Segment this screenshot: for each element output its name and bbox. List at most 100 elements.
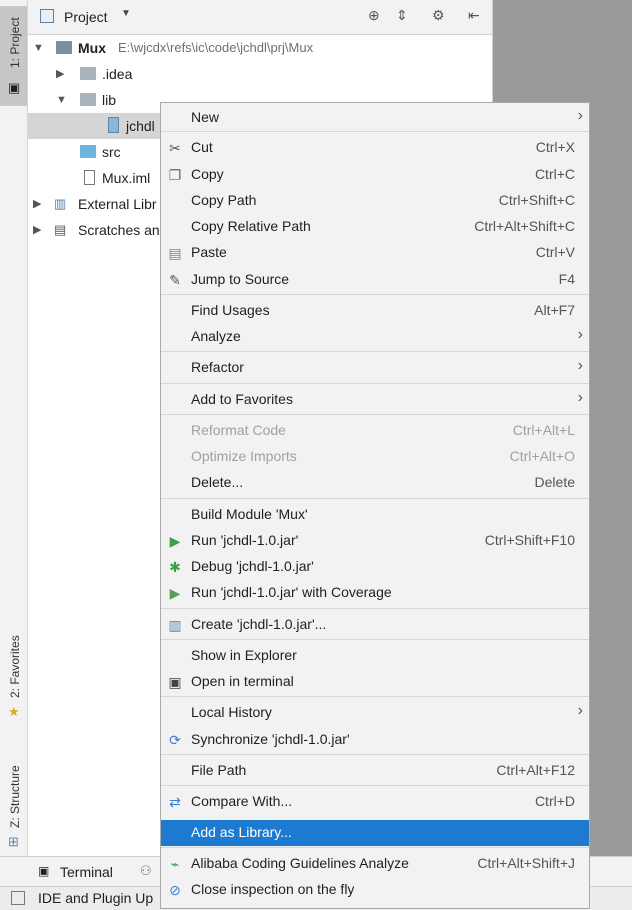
menu-item-shortcut: Ctrl+Alt+Shift+J (477, 855, 575, 871)
chevron-right-icon[interactable]: ▶ (33, 217, 41, 243)
chevron-down-icon[interactable]: ▼ (121, 8, 131, 19)
left-tool-strip: 1: Project ▣ 2: Favorites ★ Z: Structure… (0, 0, 28, 856)
menu-item-copy[interactable]: ❐ Copy Ctrl+C (161, 162, 589, 188)
menu-item-label: Create 'jchdl-1.0.jar'... (191, 616, 327, 632)
menu-separator (161, 608, 589, 609)
menu-item-copy-path[interactable]: Copy Path Ctrl+Shift+C (161, 188, 589, 214)
menu-item-delete[interactable]: Delete... Delete (161, 470, 589, 496)
terminal-icon: ▣ (168, 674, 182, 690)
tree-label: lib (102, 92, 117, 108)
menu-item-label: Copy Relative Path (191, 218, 311, 234)
menu-separator (161, 383, 589, 384)
menu-item-label: Find Usages (191, 302, 270, 318)
sync-icon: ⟳ (169, 732, 181, 748)
no-entry-icon: ⊘ (169, 882, 181, 898)
tree-label: Mux (78, 40, 106, 56)
scratches-icon: ▤ (54, 222, 67, 237)
menu-item-shortcut: Ctrl+V (535, 244, 575, 260)
menu-item-build-module-mux[interactable]: Build Module 'Mux' (161, 502, 589, 528)
menu-item-find-usages[interactable]: Find Usages Alt+F7 (161, 298, 589, 324)
menu-item-label: Reformat Code (191, 422, 286, 438)
menu-item-label: Debug 'jchdl-1.0.jar' (191, 558, 314, 574)
menu-item-cut[interactable]: ✂ Cut Ctrl+X (161, 135, 589, 161)
locate-icon[interactable]: ⊕ (368, 7, 380, 24)
tree-row-mux[interactable]: ▼ Mux E:\wjcdx\refs\ic\code\jchdl\prj\Mu… (28, 35, 492, 61)
menu-item-optimize-imports: Optimize Imports Ctrl+Alt+O (161, 444, 589, 470)
menu-item-jump-to-source[interactable]: ✎ Jump to Source F4 (161, 267, 589, 293)
gear-icon[interactable]: ⚙ (432, 7, 445, 24)
jar-icon: ▥ (168, 617, 182, 633)
menu-item-shortcut: Ctrl+Alt+L (512, 422, 575, 438)
menu-item-label: Delete... (191, 474, 244, 490)
library-icon: ▥ (54, 196, 67, 211)
hide-icon[interactable]: ⇤ (468, 7, 480, 24)
menu-item-label: Cut (191, 139, 213, 155)
chevron-right-icon[interactable]: ▶ (56, 61, 64, 87)
menu-item-debug-jchdl-1-0-jar[interactable]: ✱ Debug 'jchdl-1.0.jar' (161, 554, 589, 580)
tree-label: jchdl (126, 118, 155, 134)
menu-item-add-to-favorites[interactable]: Add to Favorites › (161, 387, 589, 413)
tree-label: .idea (102, 66, 133, 82)
panel-title[interactable]: Project (64, 9, 108, 25)
menu-item-label: Paste (191, 244, 227, 260)
menu-item-open-in-terminal[interactable]: ▣ Open in terminal (161, 669, 589, 695)
jar-icon (108, 117, 119, 133)
project-view-icon (40, 9, 54, 23)
menu-separator (161, 414, 589, 415)
menu-separator (161, 785, 589, 786)
menu-item-close-inspection-on-the-fly[interactable]: ⊘ Close inspection on the fly (161, 877, 589, 903)
terminal-tab[interactable]: Terminal (60, 864, 113, 880)
chevron-right-icon: › (577, 702, 583, 719)
scissors-icon: ✂ (169, 140, 181, 156)
menu-separator (161, 847, 589, 848)
chevron-down-icon[interactable]: ▼ (33, 35, 44, 61)
menu-item-shortcut: Ctrl+C (534, 166, 575, 182)
menu-item-run-jchdl-1-0-jar[interactable]: ▶ Run 'jchdl-1.0.jar' Ctrl+Shift+F10 (161, 528, 589, 554)
menu-item-show-in-explorer[interactable]: Show in Explorer (161, 643, 589, 669)
tab-structure-label: Z: Structure (8, 765, 22, 828)
tree-label: Scratches an (78, 222, 160, 238)
coverage-icon: ▶ (169, 585, 181, 601)
menu-item-label: Add as Library... (191, 824, 292, 840)
status-toggle-icon[interactable] (11, 891, 25, 905)
menu-item-add-as-library[interactable]: Add as Library... (161, 820, 589, 846)
chevron-right-icon: › (577, 389, 583, 406)
menu-item-paste[interactable]: ▤ Paste Ctrl+V (161, 240, 589, 266)
source-folder-icon (80, 145, 96, 158)
collapse-icon[interactable]: ⇕ (396, 7, 408, 24)
menu-item-run-jchdl-1-0-jar-with-coverage[interactable]: ▶ Run 'jchdl-1.0.jar' with Coverage (161, 580, 589, 606)
menu-item-shortcut: Ctrl+Shift+F10 (484, 532, 575, 548)
menu-item-label: Jump to Source (191, 271, 290, 287)
menu-separator (161, 696, 589, 697)
project-icon: ▣ (8, 80, 21, 95)
menu-item-refactor[interactable]: Refactor › (161, 355, 589, 381)
tree-row-idea[interactable]: ▶ .idea (28, 61, 492, 87)
tab-project-label: 1: Project (8, 17, 22, 68)
menu-item-synchronize-jchdl-1-0-jar[interactable]: ⟳ Synchronize 'jchdl-1.0.jar' (161, 727, 589, 753)
menu-item-copy-relative-path[interactable]: Copy Relative Path Ctrl+Alt+Shift+C (161, 214, 589, 240)
menu-item-label: File Path (191, 762, 247, 778)
tree-label: External Libr (78, 196, 157, 212)
menu-item-local-history[interactable]: Local History › (161, 700, 589, 726)
menu-item-analyze[interactable]: Analyze › (161, 324, 589, 350)
menu-item-shortcut: Ctrl+Alt+Shift+C (474, 218, 575, 234)
menu-item-file-path[interactable]: File Path Ctrl+Alt+F12 (161, 758, 589, 784)
menu-item-label: New (191, 109, 220, 125)
chevron-right-icon[interactable]: ▶ (33, 191, 41, 217)
tab-favorites[interactable]: 2: Favorites ★ (0, 626, 27, 722)
tab-favorites-label: 2: Favorites (8, 635, 22, 698)
tab-structure[interactable]: Z: Structure ⊞ (0, 748, 27, 852)
menu-item-compare-with[interactable]: ⇄ Compare With... Ctrl+D (161, 789, 589, 815)
chevron-down-icon[interactable]: ▼ (56, 87, 67, 113)
menu-item-label: Analyze (191, 328, 241, 344)
tool-icon[interactable]: ⚇ (140, 863, 152, 879)
file-icon (84, 170, 95, 185)
menu-item-create-jchdl-1-0-jar[interactable]: ▥ Create 'jchdl-1.0.jar'... (161, 612, 589, 638)
menu-item-new[interactable]: New › (161, 105, 589, 131)
menu-item-alibaba-coding-guidelines-analyze[interactable]: ⌁ Alibaba Coding Guidelines Analyze Ctrl+A… (161, 851, 589, 877)
run-icon: ▶ (169, 533, 181, 549)
project-panel-header: Project ▼ ⊕ ⇕ ⚙ ⇤ (28, 0, 492, 35)
tab-project[interactable]: 1: Project ▣ (0, 6, 27, 106)
tree-label: Mux.iml (102, 170, 151, 186)
menu-item-shortcut: Ctrl+D (534, 793, 575, 809)
